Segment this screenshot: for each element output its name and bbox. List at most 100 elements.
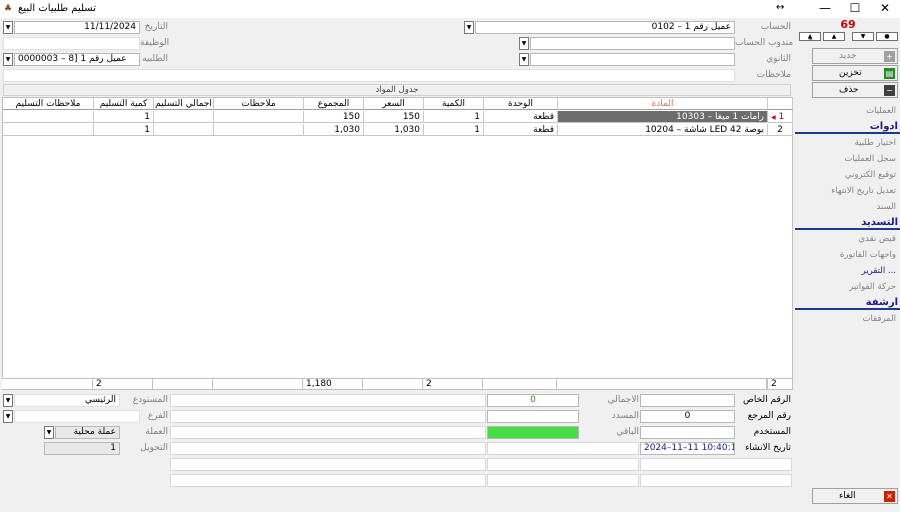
app-icon: ♣ — [4, 4, 13, 14]
footer-blank — [170, 394, 486, 407]
total-price — [363, 378, 423, 390]
notes-field[interactable] — [3, 69, 735, 82]
cell-unit[interactable]: قطعة — [484, 111, 558, 123]
currency-label: العملة — [145, 427, 168, 437]
cell-qty[interactable]: 1 — [424, 124, 484, 136]
rep-dropdown-button[interactable]: ▼ — [519, 37, 529, 50]
cell-notes[interactable] — [214, 124, 304, 136]
sidebar-header-payment: التسديد — [795, 217, 900, 230]
warehouse-label: المستودع — [132, 395, 168, 405]
date-field[interactable]: 11/11/2024 — [14, 21, 140, 34]
currency-dropdown-button[interactable]: ▼ — [44, 426, 54, 439]
warehouse-field[interactable]: الرئيسي — [14, 394, 120, 407]
sidebar-item-invoice-views[interactable]: واجهات الفاتورة — [840, 250, 896, 260]
cell-delivery-notes[interactable] — [3, 111, 94, 123]
col-header-delivery-notes[interactable]: ملاحظات التسليم — [3, 98, 94, 110]
paid-label: المسدد — [611, 411, 639, 421]
col-header-rownum — [768, 98, 793, 110]
col-header-delivered-qty[interactable]: كمية التسليم — [94, 98, 154, 110]
job-field[interactable] — [3, 37, 140, 50]
col-header-qty[interactable]: الكمية — [424, 98, 484, 110]
total-notes — [213, 378, 303, 390]
sidebar-item-operations[interactable]: العمليات — [866, 106, 896, 116]
col-header-item[interactable]: المادة — [558, 98, 768, 110]
col-header-unit[interactable]: الوحدة — [484, 98, 558, 110]
cell-delivered-total[interactable] — [154, 111, 214, 123]
next-record-button[interactable]: ▼ — [852, 32, 874, 41]
secondary-dropdown-button[interactable]: ▼ — [519, 53, 529, 66]
delete-button[interactable]: حذف − — [812, 82, 898, 98]
close-button[interactable]: ✕ — [870, 0, 900, 16]
cell-delivered-qty[interactable]: 1 — [94, 111, 154, 123]
cell-item[interactable]: 10303 – رامات 1 ميغا — [558, 111, 768, 123]
new-button-label: جديد — [839, 51, 857, 61]
total-amount: 1,180 — [303, 378, 363, 390]
sidebar-item-invoice-movement[interactable]: حركة الفواتير — [849, 282, 896, 292]
new-button[interactable]: جديد + — [812, 48, 898, 64]
job-label: الوظيفة — [140, 38, 170, 48]
first-record-button[interactable]: ▲̲ — [799, 32, 821, 41]
footer-blank — [170, 410, 486, 423]
order-label: الطلبيه — [142, 54, 168, 64]
cell-price[interactable]: 1,030 — [364, 124, 424, 136]
cell-total[interactable]: 1,030 — [304, 124, 364, 136]
row-number[interactable]: ◀ 1 — [768, 111, 793, 123]
order-dropdown-button[interactable]: ▼ — [3, 53, 13, 66]
cell-notes[interactable] — [214, 111, 304, 123]
cell-item[interactable]: 10204 – شاشة LED 42 بوصة — [558, 124, 768, 136]
save-button[interactable]: تخزين ▤ — [812, 65, 898, 81]
currency-field[interactable]: عملة محلية — [55, 426, 120, 439]
sidebar-item-e-signature[interactable]: توقيع الكتروني — [845, 170, 896, 180]
cell-unit[interactable]: قطعة — [484, 124, 558, 136]
cancel-button[interactable]: الغاء ✕ — [812, 488, 898, 504]
col-header-notes[interactable]: ملاحظات — [214, 98, 304, 110]
maximize-button[interactable]: ☐ — [840, 0, 870, 16]
minimize-button[interactable]: — — [810, 0, 840, 16]
cell-price[interactable]: 150 — [364, 111, 424, 123]
window-title: تسليم طلبيات البيع — [18, 3, 96, 14]
close-icon: ✕ — [884, 491, 895, 502]
sidebar-item-report[interactable]: التقرير ... — [862, 266, 896, 276]
sidebar-item-voucher[interactable]: السند — [876, 202, 896, 212]
conversion-field[interactable]: 1 — [44, 442, 120, 455]
items-grid[interactable]: المادة الوحدة الكمية السعر المجموع ملاحظ… — [2, 97, 793, 379]
invoice-total-field: 0 — [487, 394, 579, 407]
order-field[interactable]: 0000003 – عميل رقم 1 [8 — [14, 53, 140, 66]
branch-dropdown-button[interactable]: ▼ — [3, 410, 13, 423]
sidebar-item-attachments[interactable]: المرفقات — [862, 314, 896, 324]
account-field[interactable]: 0102 – عميل رقم 1 — [475, 21, 735, 34]
last-record-button[interactable]: ● — [876, 32, 898, 41]
rep-field[interactable] — [530, 37, 735, 50]
warehouse-dropdown-button[interactable]: ▼ — [3, 394, 13, 407]
ref-no-field[interactable]: 0 — [640, 410, 735, 423]
account-dropdown-button[interactable]: ▼ — [464, 21, 474, 34]
row-number[interactable]: 2 — [768, 124, 793, 136]
col-header-delivered-total[interactable]: اجمالي التسليم — [154, 98, 214, 110]
sidebar-item-edit-expiry[interactable]: تعديل تاريخ الانتهاء — [831, 186, 896, 196]
secondary-field[interactable] — [530, 53, 735, 66]
cell-delivered-total[interactable] — [154, 124, 214, 136]
sidebar-item-operations-log[interactable]: سجل العمليات — [844, 154, 896, 164]
date-dropdown-button[interactable]: ▼ — [3, 21, 13, 34]
cell-qty[interactable]: 1 — [424, 111, 484, 123]
cell-delivered-qty[interactable]: 1 — [94, 124, 154, 136]
current-row-indicator-icon: ◀ — [771, 114, 776, 121]
total-unit — [483, 378, 557, 390]
footer-blank — [640, 474, 792, 487]
sidebar-item-select-order[interactable]: اختيار طلبية — [855, 138, 896, 148]
cell-total[interactable]: 150 — [304, 111, 364, 123]
invoice-total-label: الاجمالي — [607, 395, 639, 405]
private-no-field[interactable] — [640, 394, 735, 407]
total-count: 2 — [767, 378, 793, 390]
col-header-price[interactable]: السعر — [364, 98, 424, 110]
cancel-button-label: الغاء — [839, 491, 856, 501]
resize-arrows-icon[interactable]: ↔ — [776, 2, 784, 13]
sidebar-item-cash-receipt[interactable]: قبض نقدي — [858, 234, 896, 244]
remaining-field — [487, 426, 579, 439]
cell-delivery-notes[interactable] — [3, 124, 94, 136]
prev-record-button[interactable]: ▲ — [823, 32, 845, 41]
secondary-label: الثانوي — [766, 54, 791, 64]
col-header-total[interactable]: المجموع — [304, 98, 364, 110]
branch-field[interactable] — [14, 410, 140, 423]
delete-button-label: حذف — [839, 85, 859, 95]
